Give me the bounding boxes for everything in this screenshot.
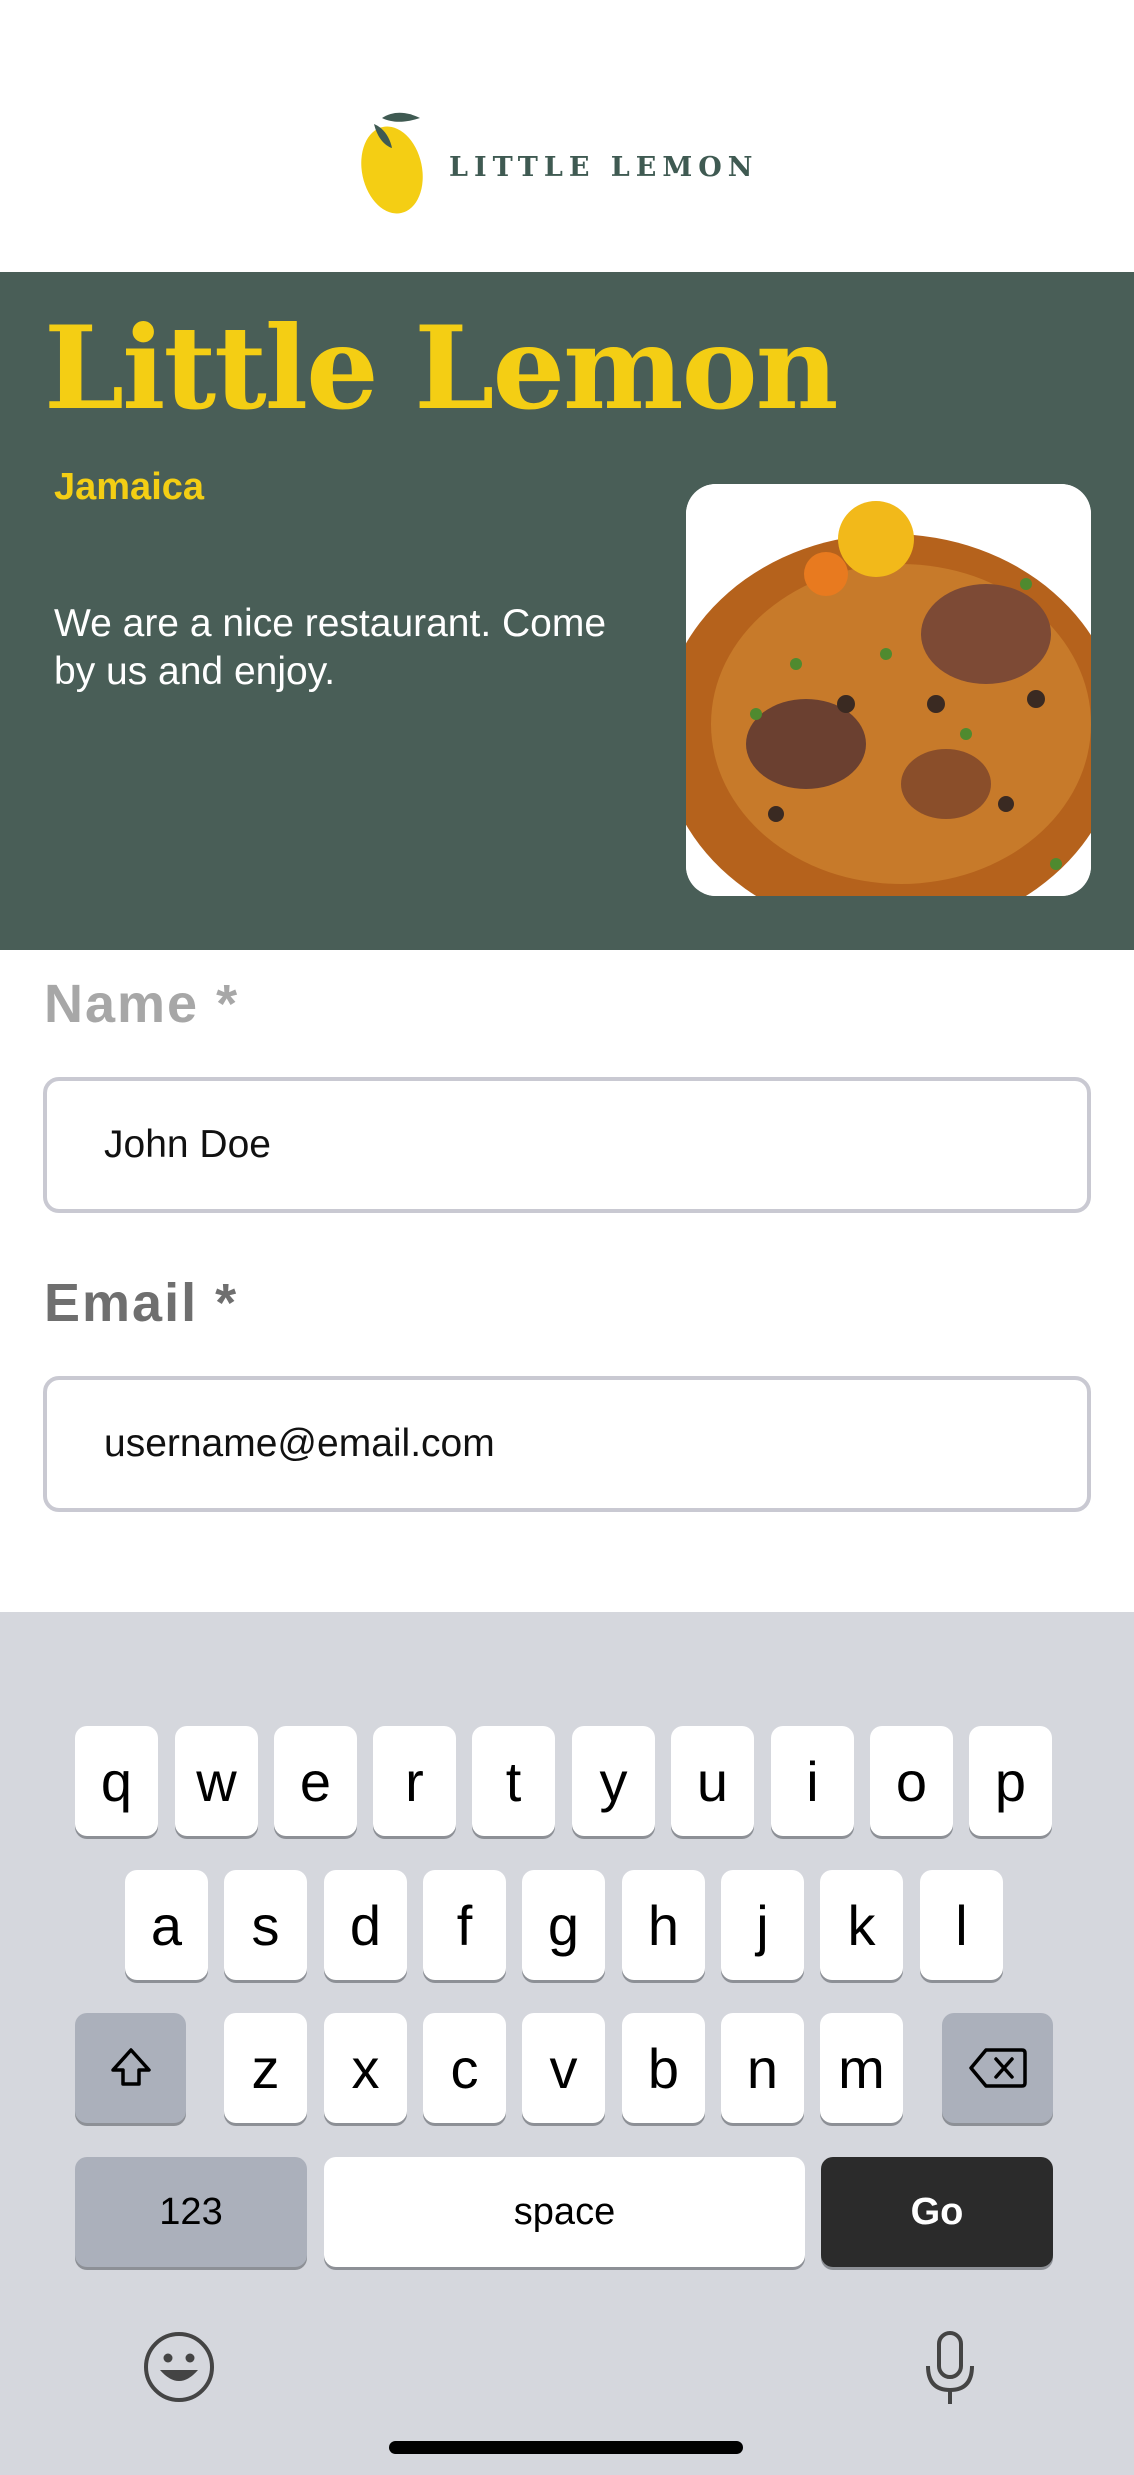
key-p[interactable]: p bbox=[969, 1726, 1052, 1836]
key-e[interactable]: e bbox=[274, 1726, 357, 1836]
hero-title: Little Lemon bbox=[44, 301, 839, 435]
hero-city: Jamaica bbox=[54, 466, 205, 508]
shift-key[interactable] bbox=[75, 2013, 186, 2123]
home-indicator bbox=[389, 2441, 743, 2454]
key-k[interactable]: k bbox=[820, 1870, 903, 1980]
backspace-icon bbox=[968, 2048, 1027, 2088]
key-u[interactable]: u bbox=[671, 1726, 754, 1836]
key-v[interactable]: v bbox=[522, 2013, 605, 2123]
emoji-icon[interactable] bbox=[142, 2330, 216, 2404]
go-key[interactable]: Go bbox=[821, 2157, 1053, 2267]
key-s[interactable]: s bbox=[224, 1870, 307, 1980]
microphone-icon[interactable] bbox=[922, 2330, 978, 2408]
email-input[interactable]: username@email.com bbox=[43, 1376, 1091, 1512]
app-header: LITTLE LEMON bbox=[0, 0, 1134, 272]
key-t[interactable]: t bbox=[472, 1726, 555, 1836]
key-f[interactable]: f bbox=[423, 1870, 506, 1980]
key-g[interactable]: g bbox=[522, 1870, 605, 1980]
key-b[interactable]: b bbox=[622, 2013, 705, 2123]
key-m[interactable]: m bbox=[820, 2013, 903, 2123]
on-screen-keyboard: q w e r t y u i o p a s d f g h j k l z … bbox=[0, 1612, 1134, 2475]
key-r[interactable]: r bbox=[373, 1726, 456, 1836]
key-d[interactable]: d bbox=[324, 1870, 407, 1980]
space-key[interactable]: space bbox=[324, 2157, 805, 2267]
key-n[interactable]: n bbox=[721, 2013, 804, 2123]
name-input[interactable]: John Doe bbox=[43, 1077, 1091, 1213]
key-x[interactable]: x bbox=[324, 2013, 407, 2123]
key-o[interactable]: o bbox=[870, 1726, 953, 1836]
lemon-logo-icon bbox=[361, 112, 423, 214]
logo-text: LITTLE LEMON bbox=[449, 152, 759, 183]
shift-icon bbox=[110, 2048, 151, 2086]
key-c[interactable]: c bbox=[423, 2013, 506, 2123]
key-i[interactable]: i bbox=[771, 1726, 854, 1836]
backspace-key[interactable] bbox=[942, 2013, 1053, 2123]
name-label: Name * bbox=[44, 974, 240, 1034]
hero-food-image bbox=[686, 484, 1091, 896]
key-w[interactable]: w bbox=[175, 1726, 258, 1836]
key-j[interactable]: j bbox=[721, 1870, 804, 1980]
key-l[interactable]: l bbox=[920, 1870, 1003, 1980]
hero-banner: Little Lemon Jamaica We are a nice resta… bbox=[0, 272, 1134, 950]
key-h[interactable]: h bbox=[622, 1870, 705, 1980]
key-z[interactable]: z bbox=[224, 2013, 307, 2123]
numbers-key[interactable]: 123 bbox=[75, 2157, 307, 2267]
key-y[interactable]: y bbox=[572, 1726, 655, 1836]
key-q[interactable]: q bbox=[75, 1726, 158, 1836]
email-label: Email * bbox=[44, 1273, 239, 1333]
hero-description: We are a nice restaurant. Come by us and… bbox=[54, 602, 607, 693]
key-a[interactable]: a bbox=[125, 1870, 208, 1980]
